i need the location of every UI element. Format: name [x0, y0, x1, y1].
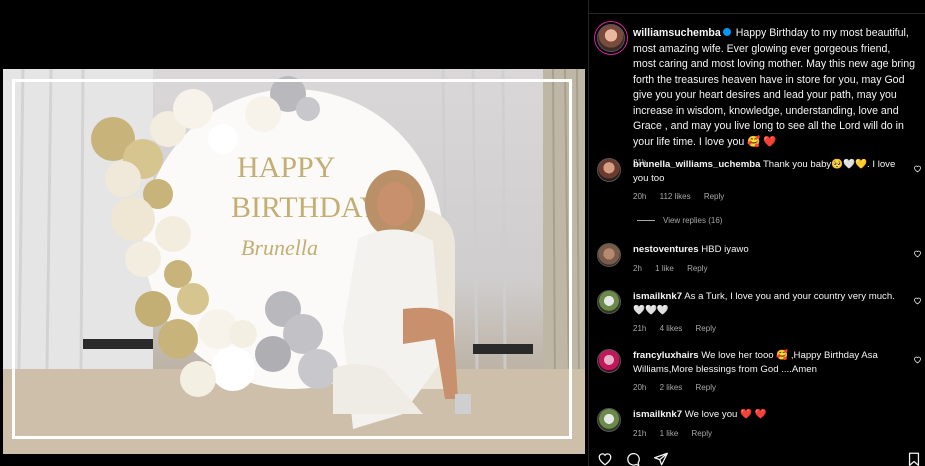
- share-icon[interactable]: [653, 452, 669, 466]
- comment-avatar[interactable]: [597, 349, 621, 373]
- bookmark-icon[interactable]: [907, 452, 921, 466]
- author-username[interactable]: williamsuchemba: [633, 27, 721, 39]
- comment-username[interactable]: ismailknk7: [633, 409, 682, 420]
- verified-badge-icon: [722, 28, 731, 37]
- panel-header: [589, 0, 925, 14]
- post-media[interactable]: HAPPY BIRTHDAY Brunella: [0, 0, 588, 466]
- comment-like-heart-icon[interactable]: [913, 164, 922, 173]
- comment-text: We love you: [684, 409, 738, 420]
- view-replies-label[interactable]: View replies (16): [663, 216, 722, 225]
- post-side-panel: williamsuchemba Happy Birthday to my mos…: [588, 0, 925, 466]
- sign-birthday: BIRTHDAY: [231, 191, 381, 224]
- comment-username[interactable]: nestoventures: [633, 244, 699, 255]
- comment-avatar[interactable]: [597, 408, 621, 432]
- comment-reply-button[interactable]: Reply: [692, 429, 712, 438]
- comment-reply-button[interactable]: Reply: [704, 192, 724, 201]
- comment-likes[interactable]: 112 likes: [660, 192, 691, 201]
- sign-happy: HAPPY: [237, 151, 335, 184]
- comment-time: 21h: [633, 324, 647, 333]
- comment-likes[interactable]: 1 like: [655, 264, 674, 273]
- comment-time: 21h: [633, 428, 647, 438]
- view-replies-button[interactable]: View replies (16): [637, 216, 722, 225]
- comment-reply-button[interactable]: Reply: [696, 383, 716, 392]
- comment-reply-button[interactable]: Reply: [696, 324, 716, 333]
- comment-text: HBD iyawo: [701, 244, 749, 255]
- post-action-bar: [597, 452, 922, 466]
- comment-avatar[interactable]: [597, 243, 621, 267]
- comment-username[interactable]: francyluxhairs: [633, 350, 699, 361]
- comment-avatar[interactable]: [597, 158, 621, 182]
- photo-scene: HAPPY BIRTHDAY Brunella: [3, 69, 585, 454]
- comment-likes[interactable]: 2 likes: [660, 383, 683, 392]
- post-photo[interactable]: HAPPY BIRTHDAY Brunella: [3, 69, 585, 454]
- comment-like-heart-icon[interactable]: [913, 355, 922, 364]
- comment-like-heart-icon[interactable]: [913, 249, 922, 258]
- comment-reply-button[interactable]: Reply: [687, 264, 707, 273]
- comment-emoji: ❤️ ❤️: [740, 409, 767, 420]
- author-avatar[interactable]: [597, 24, 625, 52]
- comment-username[interactable]: ismailknk7: [633, 291, 682, 302]
- sign-name: Brunella: [241, 235, 318, 260]
- replies-divider: [637, 220, 655, 222]
- heart-icon[interactable]: [597, 452, 613, 466]
- comment-time: 20h: [633, 383, 647, 392]
- caption-emoji: 🥰 ❤️: [747, 135, 777, 148]
- comment-icon[interactable]: [625, 452, 641, 466]
- comment-avatar[interactable]: [597, 290, 621, 314]
- comment-username[interactable]: brunella_williams_uchemba: [633, 159, 760, 170]
- comment-time: 2h: [633, 263, 642, 273]
- comment-likes[interactable]: 4 likes: [660, 324, 683, 333]
- comment-time: 20h: [633, 192, 647, 201]
- caption-text: Happy Birthday to my most beautiful, mos…: [633, 27, 916, 148]
- comment-likes[interactable]: 1 like: [660, 429, 679, 438]
- comment-like-heart-icon[interactable]: [913, 296, 922, 305]
